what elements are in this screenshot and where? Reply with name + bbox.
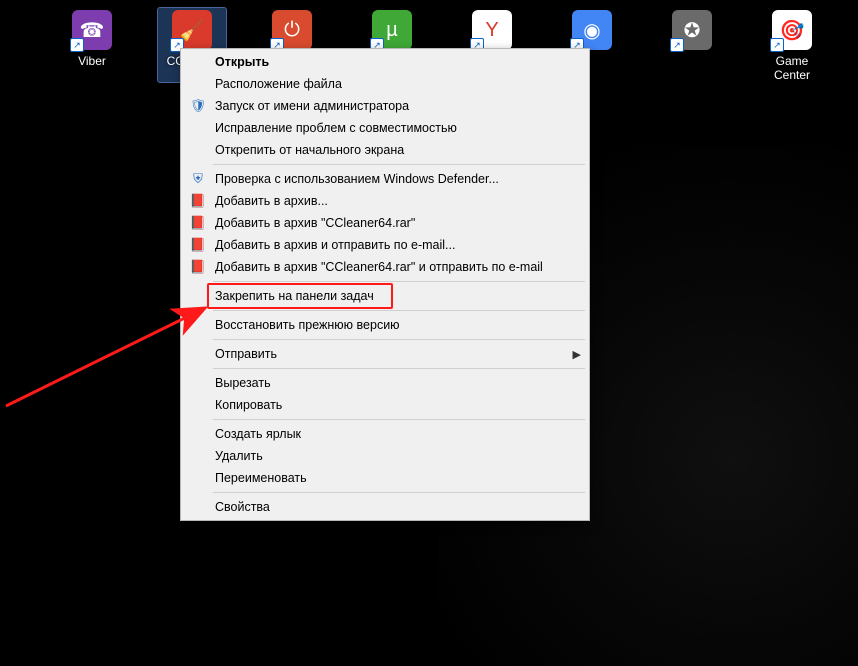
blank-icon	[187, 498, 209, 516]
context-menu-item-label: Открепить от начального экрана	[209, 143, 581, 157]
winrar-icon: 📕	[187, 236, 209, 254]
context-menu-item-label: Запуск от имени администратора	[209, 99, 581, 113]
context-menu-separator	[213, 339, 585, 340]
context-menu-item[interactable]: Исправление проблем с совместимостью	[183, 117, 587, 139]
submenu-arrow-icon: ▶	[565, 348, 581, 361]
ccleaner-icon: 🧹↗	[172, 10, 212, 50]
context-menu-item-label: Удалить	[209, 449, 581, 463]
context-menu: ОткрытьРасположение файла🛡Запуск от имен…	[180, 48, 590, 521]
winrar-icon: 📕	[187, 258, 209, 276]
context-menu-item-label: Открыть	[209, 55, 581, 69]
blank-icon	[187, 345, 209, 363]
desktop-icon-viber[interactable]: ☎↗ Viber	[58, 8, 126, 82]
context-menu-item[interactable]: Создать ярлык	[183, 423, 587, 445]
context-menu-item[interactable]: Свойства	[183, 496, 587, 518]
context-menu-item[interactable]: Открыть	[183, 51, 587, 73]
yandex-icon: Y↗	[472, 10, 512, 50]
context-menu-item[interactable]: Закрепить на панели задач	[183, 285, 587, 307]
context-menu-item-label: Добавить в архив и отправить по e-mail..…	[209, 238, 581, 252]
context-menu-item[interactable]: Восстановить прежнюю версию	[183, 314, 587, 336]
context-menu-item[interactable]: 📕Добавить в архив "CCleaner64.rar"	[183, 212, 587, 234]
blank-icon	[187, 75, 209, 93]
blank-icon	[187, 141, 209, 159]
utorrent-icon: µ↗	[372, 10, 412, 50]
context-menu-item-label: Переименовать	[209, 471, 581, 485]
desktop-icon-wot[interactable]: ✪↗	[658, 8, 726, 82]
context-menu-item-label: Закрепить на панели задач	[209, 289, 581, 303]
blank-icon	[187, 53, 209, 71]
shutdown-icon: ⏻↗	[272, 10, 312, 50]
viber-icon: ☎↗	[72, 10, 112, 50]
context-menu-item-label: Восстановить прежнюю версию	[209, 318, 581, 332]
blank-icon	[187, 396, 209, 414]
shortcut-arrow-icon: ↗	[70, 38, 84, 52]
context-menu-separator	[213, 310, 585, 311]
context-menu-item[interactable]: 🛡Запуск от имени администратора	[183, 95, 587, 117]
game-center-icon: 🎯↗	[772, 10, 812, 50]
context-menu-item[interactable]: 📕Добавить в архив и отправить по e-mail.…	[183, 234, 587, 256]
context-menu-item[interactable]: Вырезать	[183, 372, 587, 394]
context-menu-item-label: Проверка с использованием Windows Defend…	[209, 172, 581, 186]
desktop-background: ☎↗Viber🧹↗CCleaner⏻↗µ↗Y↗◉↗✪↗🎯↗Game Center…	[0, 0, 858, 666]
context-menu-item[interactable]: 📕Добавить в архив...	[183, 190, 587, 212]
blank-icon	[187, 287, 209, 305]
blank-icon	[187, 469, 209, 487]
context-menu-separator	[213, 368, 585, 369]
winrar-icon: 📕	[187, 192, 209, 210]
context-menu-item-label: Добавить в архив "CCleaner64.rar"	[209, 216, 581, 230]
context-menu-item-label: Создать ярлык	[209, 427, 581, 441]
context-menu-separator	[213, 164, 585, 165]
blank-icon	[187, 447, 209, 465]
shortcut-arrow-icon: ↗	[670, 38, 684, 52]
wot-icon: ✪↗	[672, 10, 712, 50]
context-menu-item[interactable]: ⛨Проверка с использованием Windows Defen…	[183, 168, 587, 190]
context-menu-item[interactable]: Открепить от начального экрана	[183, 139, 587, 161]
context-menu-item-label: Добавить в архив "CCleaner64.rar" и отпр…	[209, 260, 581, 274]
context-menu-separator	[213, 281, 585, 282]
blank-icon	[187, 119, 209, 137]
blank-icon	[187, 425, 209, 443]
winrar-icon: 📕	[187, 214, 209, 232]
context-menu-item-label: Отправить	[209, 347, 565, 361]
defender-icon: ⛨	[187, 170, 209, 188]
context-menu-item-label: Свойства	[209, 500, 581, 514]
shield-icon: 🛡	[187, 97, 209, 115]
context-menu-item[interactable]: 📕Добавить в архив "CCleaner64.rar" и отп…	[183, 256, 587, 278]
blank-icon	[187, 374, 209, 392]
context-menu-item-label: Копировать	[209, 398, 581, 412]
desktop-icon-label: Game Center	[758, 54, 826, 82]
context-menu-item-label: Добавить в архив...	[209, 194, 581, 208]
context-menu-separator	[213, 492, 585, 493]
context-menu-item[interactable]: Отправить▶	[183, 343, 587, 365]
context-menu-item-label: Вырезать	[209, 376, 581, 390]
context-menu-item[interactable]: Копировать	[183, 394, 587, 416]
context-menu-item[interactable]: Расположение файла	[183, 73, 587, 95]
context-menu-item[interactable]: Переименовать	[183, 467, 587, 489]
desktop-icon-label: Viber	[78, 54, 106, 68]
chrome-icon: ◉↗	[572, 10, 612, 50]
desktop-icon-game-center[interactable]: 🎯↗ Game Center	[758, 8, 826, 82]
context-menu-item-label: Исправление проблем с совместимостью	[209, 121, 581, 135]
context-menu-item[interactable]: Удалить	[183, 445, 587, 467]
context-menu-item-label: Расположение файла	[209, 77, 581, 91]
blank-icon	[187, 316, 209, 334]
shortcut-arrow-icon: ↗	[770, 38, 784, 52]
context-menu-separator	[213, 419, 585, 420]
